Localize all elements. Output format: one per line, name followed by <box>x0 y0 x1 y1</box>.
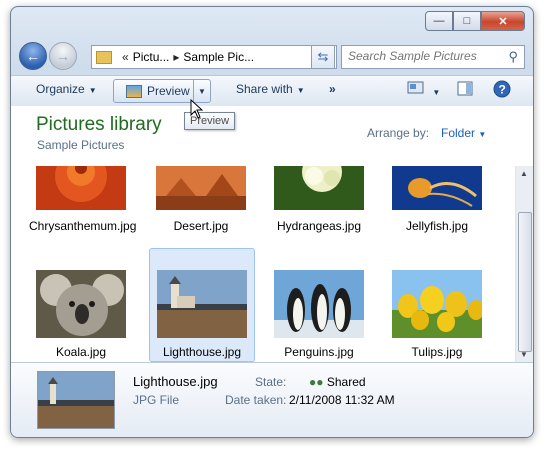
caption-buttons: — □ ✕ <box>425 11 525 31</box>
library-header: Pictures library Sample Pictures Arrange… <box>11 106 533 166</box>
refresh-button[interactable]: ⇆ <box>311 45 335 69</box>
file-name: Hydrangeas.jpg <box>276 219 362 233</box>
file-name: Koala.jpg <box>55 345 107 359</box>
chevron-down-icon: ▼ <box>432 88 441 97</box>
preview-pane-icon <box>457 81 473 96</box>
hydrangeas-thumbnail <box>274 166 364 210</box>
forward-arrow-icon: → <box>56 48 70 64</box>
search-icon[interactable]: ⚲ <box>508 49 518 65</box>
jellyfish-thumbnail <box>392 166 482 210</box>
lighthouse-thumbnail <box>157 270 247 338</box>
close-button[interactable]: ✕ <box>481 11 525 31</box>
file-name: Tulips.jpg <box>411 345 463 359</box>
refresh-icon: ⇆ <box>317 49 329 64</box>
view-icon <box>407 81 424 94</box>
file-tile-chrysanthemum[interactable]: Chrysanthemum.jpg <box>29 166 137 234</box>
breadcrumb-sample-pictures[interactable]: Sample Pic... <box>183 50 254 64</box>
preview-pane-button[interactable] <box>457 81 473 100</box>
lighthouse-preview-thumbnail <box>37 371 115 429</box>
file-tile-desert[interactable]: Desert.jpg <box>149 166 253 234</box>
chevron-down-icon: ▼ <box>88 86 97 95</box>
svg-text:?: ? <box>499 83 506 97</box>
file-tile-lighthouse[interactable]: Lighthouse.jpg <box>149 248 255 362</box>
folder-icon <box>96 50 112 64</box>
state-value: ●● Shared <box>309 375 366 389</box>
scroll-up-icon[interactable]: ▲ <box>520 169 528 178</box>
chevron-down-icon: ▼ <box>198 86 206 96</box>
chevron-down-icon: ▼ <box>478 130 487 139</box>
maximize-button[interactable]: □ <box>453 11 481 31</box>
scrollbar-thumb[interactable] <box>518 212 532 352</box>
koala-thumbnail <box>36 270 126 338</box>
search-box[interactable]: ⚲ <box>341 45 525 69</box>
organize-menu[interactable]: Organize ▼ <box>36 82 97 96</box>
help-button[interactable]: ? <box>493 80 511 101</box>
state-text: Shared <box>326 375 366 389</box>
organize-label: Organize <box>36 82 85 96</box>
more-commands-button[interactable]: » <box>329 82 336 96</box>
desert-thumbnail <box>156 166 246 210</box>
picture-icon <box>126 84 142 98</box>
file-tile-penguins[interactable]: Penguins.jpg <box>267 270 371 360</box>
shared-users-icon: ●● <box>309 375 324 389</box>
date-taken-label: Date taken: <box>225 393 287 407</box>
details-pane: Lighthouse.jpg JPG File State: ●● Shared… <box>11 362 533 437</box>
tulips-thumbnail <box>392 270 484 338</box>
mouse-cursor-icon <box>190 99 204 119</box>
change-view-button[interactable]: ▼ <box>407 81 440 98</box>
explorer-window: — □ ✕ ← → « Pictu... ▸ Sample Pic... ▼ ⇆… <box>10 6 534 438</box>
file-name: Penguins.jpg <box>284 345 354 359</box>
back-button[interactable]: ← <box>19 42 47 70</box>
vertical-scrollbar[interactable]: ▲ ▼ <box>515 166 533 362</box>
file-list[interactable]: Chrysanthemum.jpg Desert.jpg Hydrangeas.… <box>11 166 533 362</box>
file-name: Desert.jpg <box>173 219 229 233</box>
selected-file-type: JPG File <box>133 393 180 407</box>
chevron-down-icon: ▼ <box>296 86 305 95</box>
arrange-by-value: Folder <box>441 126 476 140</box>
share-with-label: Share with <box>236 82 293 96</box>
minimize-button[interactable]: — <box>425 11 453 31</box>
scroll-down-icon[interactable]: ▼ <box>520 350 528 359</box>
chrysanthemum-thumbnail <box>36 166 126 210</box>
forward-button[interactable]: → <box>49 42 77 70</box>
file-tile-koala[interactable]: Koala.jpg <box>29 270 133 360</box>
breadcrumb-separator-icon[interactable]: ▸ <box>173 50 179 64</box>
file-tile-jellyfish[interactable]: Jellyfish.jpg <box>385 166 489 234</box>
arrange-by-label: Arrange by: <box>367 126 430 140</box>
arrange-by-dropdown[interactable]: Folder ▼ <box>441 126 486 140</box>
date-taken-value: 2/11/2008 11:32 AM <box>289 393 395 407</box>
preview-label[interactable]: Preview <box>147 84 190 98</box>
share-with-menu[interactable]: Share with ▼ <box>236 82 305 96</box>
file-name: Lighthouse.jpg <box>162 345 242 359</box>
file-tile-tulips[interactable]: Tulips.jpg <box>385 270 489 360</box>
help-icon: ? <box>493 80 511 98</box>
file-name: Jellyfish.jpg <box>405 219 469 233</box>
file-tile-hydrangeas[interactable]: Hydrangeas.jpg <box>267 166 371 234</box>
navigation-buttons: ← → <box>19 42 77 70</box>
back-arrow-icon: ← <box>26 48 40 64</box>
penguins-thumbnail <box>274 270 364 338</box>
file-name: Chrysanthemum.jpg <box>29 219 137 233</box>
address-bar[interactable]: « Pictu... ▸ Sample Pic... ▼ <box>91 45 337 69</box>
state-label: State: <box>255 375 287 389</box>
breadcrumb-overflow-icon[interactable]: « <box>122 50 129 64</box>
search-input[interactable] <box>342 46 504 66</box>
library-title: Pictures library <box>36 114 162 135</box>
breadcrumb-pictures[interactable]: Pictu... <box>133 50 170 64</box>
command-bar: Organize ▼ Preview ▼ Share with ▼ » ▼ ? <box>11 75 533 107</box>
library-subtitle: Sample Pictures <box>37 138 125 152</box>
selected-file-name: Lighthouse.jpg <box>133 374 218 389</box>
